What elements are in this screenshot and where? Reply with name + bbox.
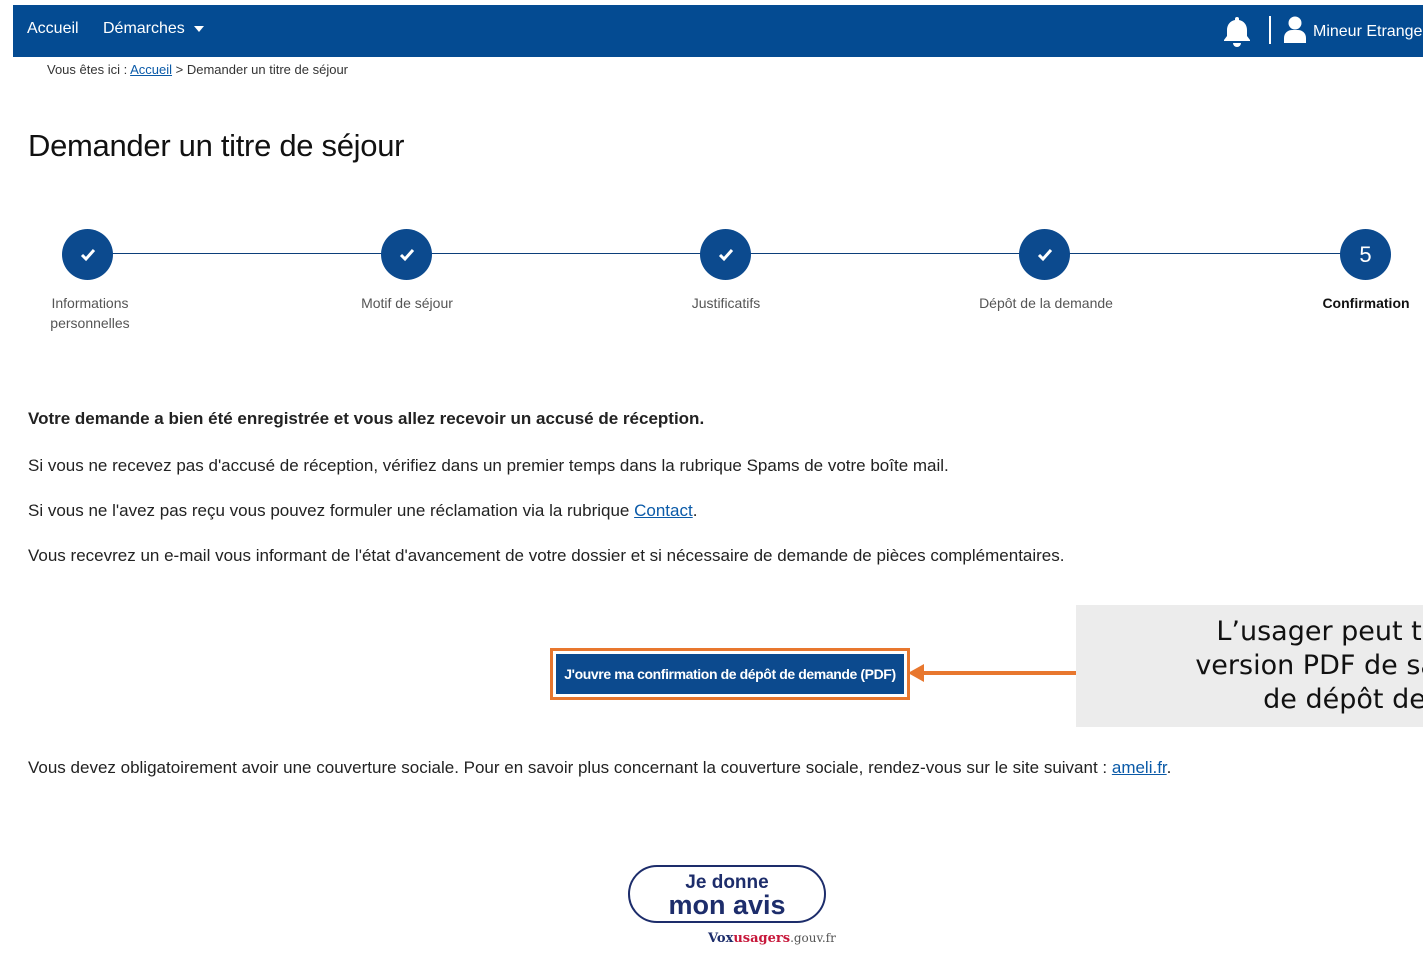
- annotation-arrow: [922, 671, 1077, 675]
- step-2-circle: [381, 229, 432, 280]
- breadcrumb-current: Demander un titre de séjour: [186, 62, 349, 77]
- user-account-link[interactable]: Mineur Etranger: [1313, 5, 1423, 57]
- pdf-button-highlight: J'ouvre ma confirmation de dépôt de dema…: [550, 648, 910, 700]
- social-prefix: Vous devez obligatoirement avoir une cou…: [28, 758, 1112, 777]
- step-1-circle: [62, 229, 113, 280]
- vox-brand-usagers: usagers: [733, 931, 791, 946]
- claim-notice: Si vous ne l'avez pas reçu vous pouvez f…: [28, 501, 697, 521]
- social-coverage-notice: Vous devez obligatoirement avoir une cou…: [28, 758, 1171, 778]
- breadcrumb-prefix: Vous êtes ici :: [47, 62, 131, 77]
- ameli-link[interactable]: ameli.fr: [1112, 758, 1167, 777]
- social-suffix: .: [1166, 758, 1172, 777]
- claim-prefix: Si vous ne l'avez pas reçu vous pouvez f…: [28, 501, 635, 520]
- check-icon: [1037, 248, 1052, 261]
- step-1-label: Informations personnelles: [50, 295, 130, 331]
- nav-demarches-menu[interactable]: Démarches: [103, 5, 204, 57]
- email-notice: Vous recevrez un e-mail vous informant d…: [28, 546, 1065, 565]
- vox-brand-domain: .gouv.fr: [790, 931, 836, 945]
- nav-demarches-label: Démarches: [103, 20, 185, 37]
- contact-link[interactable]: Contact: [634, 501, 693, 520]
- step-5-label: Confirmation: [1322, 295, 1410, 311]
- step-2-label: Motif de séjour: [361, 295, 453, 311]
- check-icon: [80, 248, 95, 261]
- annotation-callout: L’usager peut télécha version PDF de sa …: [1076, 605, 1423, 727]
- breadcrumb-separator: >: [172, 62, 187, 77]
- check-icon: [718, 248, 733, 261]
- step-5-circle: 5: [1340, 229, 1391, 280]
- page-title: Demander un titre de séjour: [28, 128, 405, 163]
- nav-separator: [1269, 16, 1271, 44]
- breadcrumb: Vous êtes ici : Accueil > Demander un ti…: [47, 62, 348, 77]
- step-5-number: 5: [1359, 241, 1372, 267]
- feedback-line2: mon avis: [668, 890, 786, 920]
- step-4-label: Dépôt de la demande: [979, 295, 1113, 311]
- step-3-circle: [700, 229, 751, 280]
- claim-suffix: .: [692, 501, 698, 520]
- breadcrumb-home-link[interactable]: Accueil: [130, 62, 172, 77]
- nav-home-link[interactable]: Accueil: [27, 5, 79, 57]
- step-4-circle: [1019, 229, 1070, 280]
- user-icon: [1284, 16, 1306, 43]
- feedback-badge-button[interactable]: Je donne mon avis: [628, 865, 826, 923]
- chevron-down-icon: [193, 25, 204, 32]
- annotation-text: L’usager peut télécha version PDF de sa …: [1195, 616, 1423, 715]
- bell-icon[interactable]: [1222, 15, 1252, 47]
- open-pdf-confirmation-button[interactable]: J'ouvre ma confirmation de dépôt de dema…: [556, 654, 904, 694]
- spam-notice: Si vous ne recevez pas d'accusé de récep…: [28, 456, 949, 475]
- confirmation-message: Votre demande a bien été enregistrée et …: [28, 409, 705, 428]
- vox-brand-vox: Vox: [708, 931, 734, 946]
- check-icon: [399, 248, 414, 261]
- step-3-label: Justificatifs: [691, 295, 761, 311]
- voxusagers-logo: Voxusagers.gouv.fr: [708, 931, 836, 946]
- top-navbar: Accueil Démarches Mineur Etranger: [13, 5, 1423, 57]
